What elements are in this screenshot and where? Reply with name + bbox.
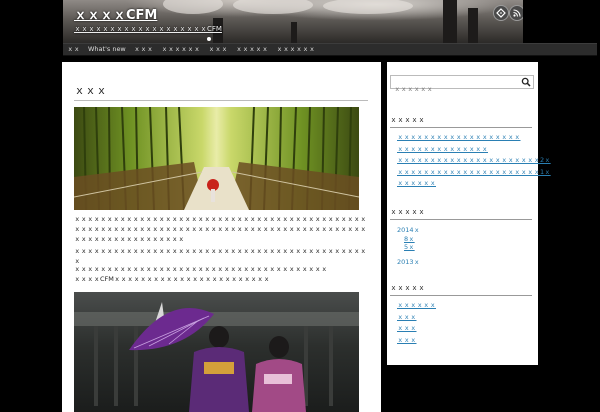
- page-title: ｘｘｘ: [74, 82, 368, 101]
- nav-item-5[interactable]: ｘｘｘ: [204, 44, 232, 55]
- site-title[interactable]: ｘｘｘｘCFM: [74, 4, 157, 23]
- archive-year-2013[interactable]: 2013ｘ: [397, 256, 420, 266]
- category-link[interactable]: ｘｘｘ: [397, 335, 537, 347]
- paragraph-3-line-2: ｘｘｘｘCFMｘｘｘｘｘｘｘｘｘｘｘｘｘｘｘｘｘｘｘｘｘｘｘｘ: [74, 275, 270, 283]
- tree-trunk: [443, 0, 457, 43]
- recent-post-link[interactable]: ｘｘｘｘｘｘ: [397, 178, 537, 190]
- search-box: [390, 75, 534, 95]
- nav-item-whats-new[interactable]: What's new: [84, 44, 130, 55]
- nav-item-7[interactable]: ｘｘｘｘｘｘ: [272, 44, 319, 55]
- kimono-umbrella-photo: [74, 292, 359, 412]
- recent-post-link[interactable]: ｘｘｘｘｘｘｘｘｘｘｘｘｘｘｘｘｘｘｘ: [397, 132, 537, 144]
- recent-post-link[interactable]: ｘｘｘｘｘｘｘｘｘｘｘｘｘｘｘｘｘｘｘｘｘｘ2ｘ: [397, 155, 551, 167]
- tree-trunk: [291, 22, 297, 43]
- recent-post-link[interactable]: ｘｘｘｘｘｘｘｘｘｘｘｘｘｘ: [397, 144, 537, 156]
- category-link[interactable]: ｘｘｘｘｘｘ: [397, 300, 537, 312]
- bamboo-forest-illustration: [74, 107, 359, 210]
- blossom-shape: [163, 0, 223, 14]
- category-title: ｘｘｘｘｘ: [390, 283, 532, 296]
- nav-item-6[interactable]: ｘｘｘｘｘ: [232, 44, 273, 55]
- header-banner: ｘｘｘｘCFM ｘｘｘｘｘｘｘｘｘｘｘｘｘｘｘｘｘｘｘCFM: [63, 0, 523, 43]
- bamboo-forest-photo: [74, 107, 359, 210]
- nav-item-3[interactable]: ｘｘｘ: [130, 44, 158, 55]
- tree-trunk: [468, 8, 478, 43]
- search-input[interactable]: [391, 83, 516, 95]
- archive-title: ｘｘｘｘｘ: [390, 207, 532, 220]
- recent-post-link[interactable]: ｘｘｘｘｘｘｘｘｘｘｘｘｘｘｘｘｘｘｘｘｘｘ1ｘ: [397, 167, 551, 179]
- paragraph-2: ｘｘｘｘｘｘｘｘｘｘｘｘｘｘｘｘｘｘｘｘｘｘｘｘｘｘｘｘｘｘｘｘｘｘｘｘｘｘｘｘ…: [74, 247, 367, 265]
- kimono-umbrella-illustration: [74, 302, 359, 412]
- paragraph-1: ｘｘｘｘｘｘｘｘｘｘｘｘｘｘｘｘｘｘｘｘｘｘｘｘｘｘｘｘｘｘｘｘｘｘｘｘｘｘｘｘ…: [74, 215, 367, 243]
- site-description: ｘｘｘｘｘｘｘｘｘｘｘｘｘｘｘｘｘｘｘCFM: [74, 25, 222, 33]
- feedly-icon[interactable]: [493, 5, 509, 21]
- main-content: ｘｘｘ ｘｘｘｘｘｘｘｘｘｘｘｘｘｘｘｘｘｘｘｘｘｘｘｘｘｘｘｘｘｘｘｘｘｘｘｘ…: [62, 62, 381, 412]
- nav-item-4[interactable]: ｘｘｘｘｘｘ: [157, 44, 204, 55]
- blossom-shape: [323, 0, 413, 14]
- recent-posts-list: ｘｘｘｘｘｘｘｘｘｘｘｘｘｘｘｘｘｘｘ ｘｘｘｘｘｘｘｘｘｘｘｘｘｘ ｘｘｘｘｘ…: [397, 132, 551, 190]
- rss-icon[interactable]: [509, 5, 523, 21]
- search-icon[interactable]: [521, 77, 531, 87]
- blossom-shape: [233, 0, 313, 14]
- category-list: ｘｘｘｘｘｘ ｘｘｘ ｘｘｘ ｘｘｘ: [397, 300, 537, 346]
- archive-month-link[interactable]: 5ｘ: [404, 241, 415, 251]
- slider-dot[interactable]: [207, 37, 211, 41]
- nav-item-home[interactable]: ｘｘ: [63, 44, 84, 55]
- category-link[interactable]: ｘｘｘ: [397, 312, 537, 324]
- sidebar: ｘｘｘｘｘ ｘ ｘｘｘｘｘ ｘｘｘｘｘｘｘｘｘｘｘｘｘ ｘｘｘｘｘｘ ｘｘｘｘｘｘｘｘ…: [387, 62, 551, 365]
- recent-posts-title: ｘｘｘｘｘ: [390, 115, 532, 128]
- main-nav: ｘｘ What's new ｘｘｘ ｘｘｘｘｘｘ ｘｘｘ ｘｘｘｘｘ ｘｘｘｘｘ…: [63, 43, 597, 56]
- paragraph-3-line-1: ｘｘｘｘｘｘｘｘｘｘｘｘｘｘｘｘｘｘｘｘｘｘｘｘｘｘｘｘｘｘｘｘｘｘｘｘｘｘｘ: [74, 265, 328, 273]
- paragraph-3: ｘｘｘｘｘｘｘｘｘｘｘｘｘｘｘｘｘｘｘｘｘｘｘｘｘｘｘｘｘｘｘｘｘｘｘｘｘｘｘ …: [74, 264, 370, 284]
- category-link[interactable]: ｘｘｘ: [397, 323, 537, 335]
